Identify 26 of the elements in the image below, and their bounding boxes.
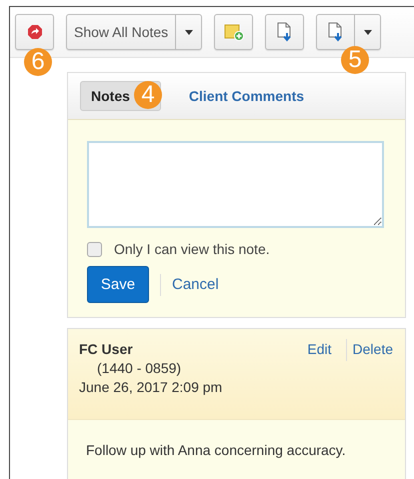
note-text: Follow up with Anna concerning accuracy. [86, 442, 346, 458]
caret-icon [184, 30, 193, 34]
caret-icon [364, 30, 372, 34]
add-note-icon [224, 23, 244, 41]
save-button[interactable]: Save [87, 266, 149, 303]
note-action-link[interactable]: Delete [352, 341, 393, 357]
document-download-icon [328, 22, 344, 42]
filter-button[interactable]: Show All Notes [66, 14, 176, 50]
export-button[interactable] [316, 14, 356, 50]
dropdown-button[interactable] [355, 14, 382, 50]
tab[interactable]: Client Comments [178, 81, 314, 111]
note-date: June 26, 2017 2:09 pm [79, 379, 222, 395]
callout-badge: 6 [24, 48, 52, 76]
note-author: FC User [79, 341, 134, 357]
stop-sign-icon [26, 24, 42, 40]
add-note-button[interactable] [214, 14, 254, 50]
checkbox-label: Only I can view this note. [114, 241, 270, 257]
note-input[interactable] [87, 141, 384, 228]
dropdown-button[interactable] [176, 14, 202, 50]
export-button[interactable] [265, 14, 304, 50]
user-code: (1440 - 0859) [96, 360, 182, 376]
document-download-icon [276, 22, 293, 42]
checkbox[interactable] [87, 242, 102, 256]
cancel-link[interactable]: Cancel [172, 276, 219, 293]
note-action-link[interactable]: Edit [307, 341, 332, 357]
redirect-button[interactable] [15, 14, 54, 50]
